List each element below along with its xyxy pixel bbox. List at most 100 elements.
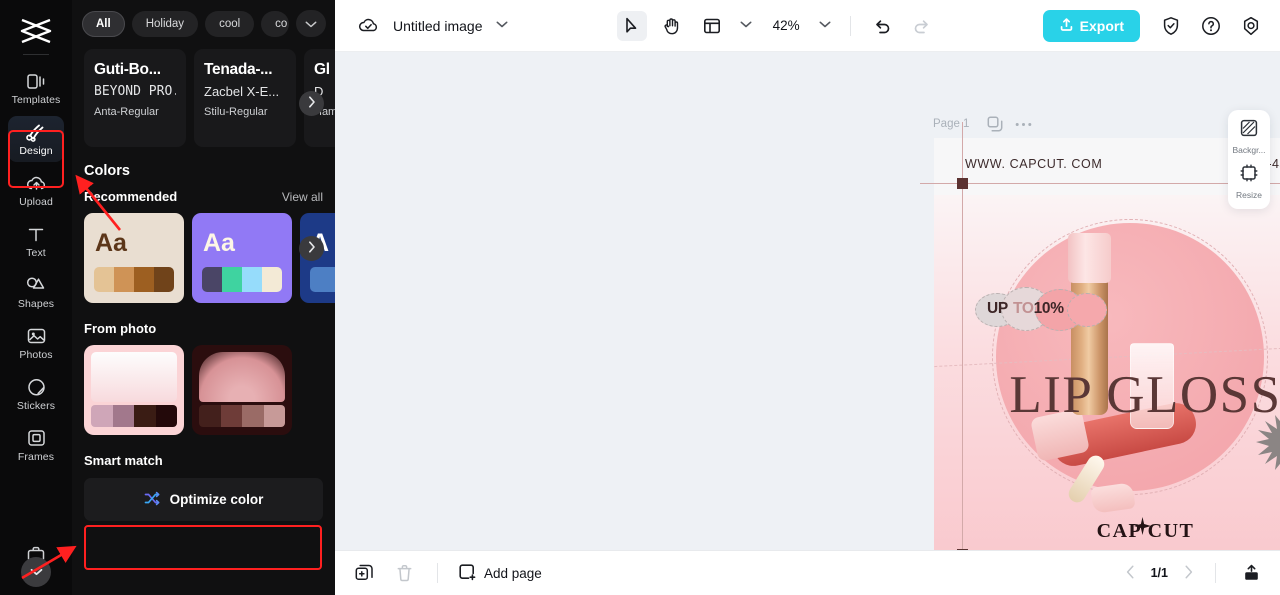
chevron-down-icon: [305, 15, 317, 33]
photo-thumb: [91, 352, 177, 402]
add-page-button[interactable]: Add page: [458, 563, 542, 584]
sidebar-item-label: Design: [19, 144, 53, 157]
add-page-icon: [458, 563, 476, 584]
export-label: Export: [1079, 17, 1124, 34]
duplicate-page-icon[interactable]: [987, 116, 1003, 132]
background-button[interactable]: Backgr...: [1229, 119, 1269, 155]
discount-badge[interactable]: UP TO10%: [975, 287, 1107, 331]
font-card-line1: Gl: [314, 61, 330, 78]
layout-chevron-down-icon[interactable]: [737, 20, 755, 31]
upload-cloud-icon: [26, 173, 47, 194]
font-card[interactable]: Tenada-... Zacbel X-E... Stilu-Regular: [194, 49, 296, 147]
view-all-link[interactable]: View all: [282, 190, 323, 204]
chip-holiday[interactable]: Holiday: [131, 10, 199, 37]
export-page-icon[interactable]: [1238, 560, 1264, 586]
gear-icon[interactable]: [1236, 11, 1266, 41]
capcut-logo-icon[interactable]: [16, 16, 56, 46]
sidebar-item-text[interactable]: Text: [8, 218, 64, 264]
design-brush-icon: [26, 122, 46, 143]
main-area: Untitled image 42% Export Page 1 WWW. CA…: [335, 0, 1280, 595]
sidebar-item-label: Stickers: [16, 399, 56, 412]
starburst-icon: [1256, 410, 1280, 474]
optimize-color-button[interactable]: Optimize color: [84, 478, 323, 521]
bottom-divider: [437, 563, 438, 583]
sidebar-item-label: Templates: [11, 93, 61, 106]
sidebar-item-label: Photos: [19, 348, 53, 361]
sidebar-item-label: Shapes: [17, 297, 55, 310]
canvas-area[interactable]: Page 1 WWW. CAPCUT. COM UP TO10% LIP GLO…: [335, 52, 1280, 550]
shuffle-icon: [144, 491, 161, 509]
design-panel: All Holiday cool concise Guti-Bo... BEYO…: [72, 0, 335, 595]
photo-palette-card[interactable]: [192, 345, 292, 435]
more-dots-icon[interactable]: [1015, 122, 1032, 127]
export-button[interactable]: Export: [1042, 9, 1140, 42]
shield-check-icon[interactable]: [1156, 11, 1186, 41]
fonts-next-button[interactable]: [299, 91, 324, 116]
palette-swatches: [310, 267, 335, 292]
page-indicator: 1/1: [1150, 566, 1168, 580]
font-card-row: Guti-Bo... BEYOND PRO... Anta-Regular Te…: [72, 45, 335, 147]
sidebar-item-upload[interactable]: Upload: [8, 167, 64, 213]
page-label: Page 1: [933, 118, 970, 130]
templates-icon: [26, 71, 46, 92]
design-brand-text[interactable]: CAP CUT: [934, 520, 1280, 543]
hand-icon[interactable]: [657, 11, 687, 41]
sidebar-item-photos[interactable]: Photos: [8, 320, 64, 366]
background-label: Backgr...: [1232, 145, 1266, 155]
sidebar-item-stickers[interactable]: Stickers: [8, 371, 64, 417]
next-page-button[interactable]: [1184, 565, 1193, 582]
design-body: UPTO10% LIP GLOSS CAP CUT Product Sellin…: [934, 195, 1280, 550]
sidebar-item-design[interactable]: Design: [8, 116, 64, 162]
font-card-line2: BEYOND PRO...: [94, 84, 176, 99]
chip-concise[interactable]: concise: [261, 10, 290, 37]
undo-arrow-icon[interactable]: [867, 11, 897, 41]
sidebar-item-label: Text: [26, 246, 46, 259]
capcut-editor-window: Templates Design Upload Text Shapes Phot…: [0, 0, 1280, 595]
badge-lobe: [1067, 293, 1107, 327]
chips-expand-button[interactable]: [296, 10, 327, 37]
sidebar-item-label: Frames: [17, 450, 55, 463]
help-question-icon[interactable]: [1196, 11, 1226, 41]
photo-swatches: [91, 405, 177, 427]
resize-button[interactable]: Resize: [1229, 164, 1269, 200]
right-float-panel: Backgr... Resize: [1228, 110, 1270, 209]
font-card[interactable]: Guti-Bo... BEYOND PRO... Anta-Regular: [84, 49, 186, 147]
sidebar-item-shapes[interactable]: Shapes: [8, 269, 64, 315]
sidebar-item-frames[interactable]: Frames: [8, 422, 64, 468]
frames-icon: [27, 428, 46, 449]
photos-image-icon: [27, 326, 46, 347]
prev-page-button[interactable]: [1126, 565, 1135, 582]
from-photo-palette-row: [72, 336, 335, 435]
zoom-chevron-down-icon[interactable]: [816, 20, 834, 31]
trash-icon: [391, 560, 417, 586]
page-tools: [987, 116, 1032, 132]
chevron-down-icon[interactable]: [493, 20, 511, 31]
optimize-wrapper: Optimize color: [72, 468, 335, 521]
rail-divider: [23, 54, 49, 55]
chevron-down-icon: [30, 563, 43, 581]
duplicate-icon[interactable]: [351, 560, 377, 586]
export-upload-icon: [1059, 17, 1074, 35]
badge-number-text: 10%: [1033, 300, 1064, 317]
palettes-next-button[interactable]: [299, 236, 324, 261]
design-headline[interactable]: LIP GLOSS: [934, 365, 1280, 425]
rail-expand-button[interactable]: [21, 557, 51, 587]
palette-card[interactable]: Aa: [84, 213, 184, 303]
toolbar-divider: [849, 15, 851, 36]
badge-to-text: TO: [1012, 300, 1034, 317]
palette-card[interactable]: Aa: [192, 213, 292, 303]
font-card-line1: Tenada-...: [204, 61, 273, 78]
photo-thumb: [199, 352, 285, 402]
chip-cool[interactable]: cool: [205, 10, 255, 37]
cursor-arrow-icon[interactable]: [616, 10, 647, 41]
photo-swatches: [199, 405, 285, 427]
colors-section-title: Colors: [84, 163, 130, 179]
four-point-star-icon: [1134, 517, 1151, 540]
sidebar-item-templates[interactable]: Templates: [8, 65, 64, 111]
photo-palette-card[interactable]: [84, 345, 184, 435]
layout-panel-icon[interactable]: [697, 11, 727, 41]
resize-label: Resize: [1236, 190, 1262, 200]
cloud-saved-icon[interactable]: [353, 11, 383, 41]
chip-all[interactable]: All: [82, 10, 125, 37]
document-title[interactable]: Untitled image: [393, 18, 483, 34]
